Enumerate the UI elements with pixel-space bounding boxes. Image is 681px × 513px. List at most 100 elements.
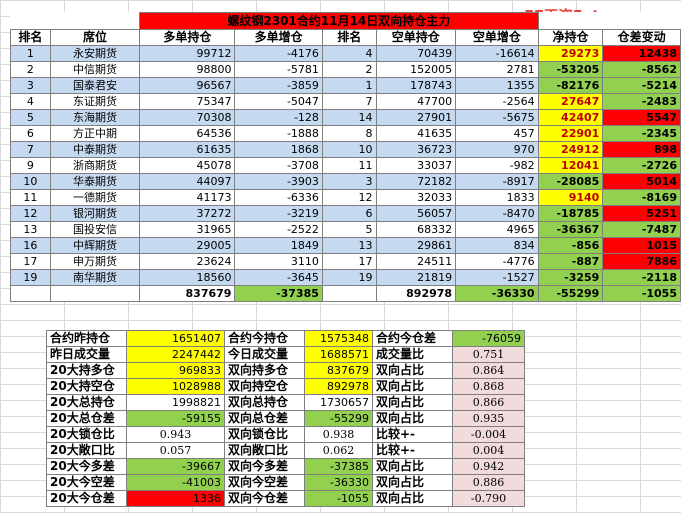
cell-seat: 国投安信 (49, 221, 141, 238)
summary-row: 20大今多差 -39667 双向今多差 -37385 双向占比 0.942 (46, 458, 525, 475)
header-cell: 空单增仓 (455, 29, 539, 46)
summary-label: 20大总持仓 (46, 394, 127, 411)
cell-net: -18785 (537, 205, 604, 222)
summary-value: 1028988 (126, 378, 225, 395)
cell-seat: 中辉期货 (49, 237, 141, 254)
cell-long-chg: -3219 (234, 205, 323, 222)
cell-seat: 一德期货 (49, 189, 141, 206)
summary-label: 合约昨持仓 (46, 330, 127, 347)
summary-value: -37385 (304, 458, 373, 475)
cell-diff: -2726 (602, 157, 681, 174)
table-row: 5 东海期货 70308 -128 14 27901 -5675 42407 5547 (10, 109, 681, 126)
cell-long: 75347 (139, 93, 236, 110)
cell-diff: -5214 (602, 77, 681, 94)
cell-short-chg: 2781 (455, 61, 539, 78)
cell-long: 37272 (139, 205, 236, 222)
summary-table: 合约昨持仓 1651407 合约今持仓 1575348 合约今仓差 -76059 昨日成交量… (46, 330, 525, 507)
cell-rank: 17 (10, 253, 51, 270)
summary-label: 双向占比 (372, 410, 453, 427)
summary-value: -36330 (304, 474, 373, 491)
cell-long-chg: 1868 (234, 141, 323, 158)
cell-net: 12041 (537, 157, 604, 174)
cell-short: 33037 (375, 157, 457, 174)
cell-short: 72182 (375, 173, 457, 190)
header-cell: 多单增仓 (234, 29, 323, 46)
summary-row: 20大总仓差 -59155 双向总仓差 -55299 双向占比 0.935 (46, 410, 525, 427)
cell-net: -887 (537, 253, 604, 270)
cell-diff: 12438 (602, 45, 681, 62)
header-cell: 席位 (49, 29, 141, 46)
summary-row: 20大今空差 -41003 双向今空差 -36330 双向占比 0.886 (46, 474, 525, 491)
total-long-chg: -37385 (234, 285, 323, 302)
table-row: 13 国投安信 31965 -2522 5 68332 4965 -36367 -7487 (10, 221, 681, 238)
summary-label: 双向今空差 (224, 474, 305, 491)
cell-rank: 7 (10, 141, 51, 158)
table-row: 2 中信期货 98800 -5781 2 152005 2781 -53205 -8562 (10, 61, 681, 78)
summary-row: 20大持空仓 1028988 双向持空仓 892978 双向占比 0.868 (46, 378, 525, 395)
cell-long: 45078 (139, 157, 236, 174)
cell-long: 61635 (139, 141, 236, 158)
cell-short: 56057 (375, 205, 457, 222)
table-row: 10 华泰期货 44097 -3903 3 72182 -8917 -28085 5014 (10, 173, 681, 190)
cell-short: 29861 (375, 237, 457, 254)
cell-diff: -2118 (602, 269, 681, 286)
cell-srank: 7 (321, 93, 377, 110)
cell-seat: 银河期货 (49, 205, 141, 222)
summary-label: 20大持空仓 (46, 378, 127, 395)
cell-short: 21819 (375, 269, 457, 286)
summary-label: 双向占比 (372, 458, 453, 475)
summary-value: -39667 (126, 458, 225, 475)
header-cell: 排名 (321, 29, 377, 46)
summary-value: 0.864 (452, 362, 525, 379)
summary-label: 双向总持仓 (224, 394, 305, 411)
total-long: 837679 (139, 285, 236, 302)
cell-diff: -2483 (602, 93, 681, 110)
summary-value: 0.886 (452, 474, 525, 491)
table-row: 6 方正中期 64536 -1888 8 41635 457 22901 -2345 (10, 125, 681, 142)
cell-short: 41635 (375, 125, 457, 142)
cell-net: 27647 (537, 93, 604, 110)
cell-long: 96567 (139, 77, 236, 94)
cell-long-chg: -4176 (234, 45, 323, 62)
summary-value: 1730657 (304, 394, 373, 411)
table-row: 11 一德期货 41173 -6336 12 32033 1833 9140 -8169 (10, 189, 681, 206)
cell-long-chg: -3903 (234, 173, 323, 190)
cell-diff: -8562 (602, 61, 681, 78)
summary-value: 0.938 (304, 426, 373, 443)
summary-label: 双向占比 (372, 474, 453, 491)
table-row: 17 申万期货 23624 3110 17 24511 -4776 -887 7886 (10, 253, 681, 270)
summary-label: 成交量比 (372, 346, 453, 363)
cell-short-chg: 1833 (455, 189, 539, 206)
header-cell: 仓差变动 (602, 29, 681, 46)
cell-diff: 5547 (602, 109, 681, 126)
cell-srank: 14 (321, 109, 377, 126)
cell-srank: 17 (321, 253, 377, 270)
summary-label: 双向占比 (372, 490, 453, 507)
summary-value: 1998821 (126, 394, 225, 411)
cell-rank: 9 (10, 157, 51, 174)
summary-value: 0.942 (452, 458, 525, 475)
summary-value: 1688571 (304, 346, 373, 363)
cell-net: 42407 (537, 109, 604, 126)
summary-label: 双向持多仓 (224, 362, 305, 379)
summary-label: 20大锁仓比 (46, 426, 127, 443)
summary-label: 昨日成交量 (46, 346, 127, 363)
cell-diff: -8169 (602, 189, 681, 206)
cell-rank: 19 (10, 269, 51, 286)
table-row: 4 东证期货 75347 -5047 7 47700 -2564 27647 -2483 (10, 93, 681, 110)
summary-label: 20大敞口比 (46, 442, 127, 459)
summary-label: 比较+- (372, 442, 453, 459)
summary-label: 双向占比 (372, 378, 453, 395)
summary-label: 双向占比 (372, 394, 453, 411)
cell-short-chg: -16614 (455, 45, 539, 62)
header-row: 排名 席位 多单持仓 多单增仓 排名 空单持仓 空单增仓 净持仓 仓差变动 (10, 29, 681, 46)
cell-long-chg: -6336 (234, 189, 323, 206)
summary-label: 双向占比 (372, 362, 453, 379)
cell-short-chg: 834 (455, 237, 539, 254)
cell-long-chg: 3110 (234, 253, 323, 270)
summary-value: 0.751 (452, 346, 525, 363)
cell-seat: 华泰期货 (49, 173, 141, 190)
cell-net: 29273 (537, 45, 604, 62)
table-row: 3 国泰君安 96567 -3859 1 178743 1355 -82176 -5214 (10, 77, 681, 94)
header-cell: 多单持仓 (139, 29, 236, 46)
